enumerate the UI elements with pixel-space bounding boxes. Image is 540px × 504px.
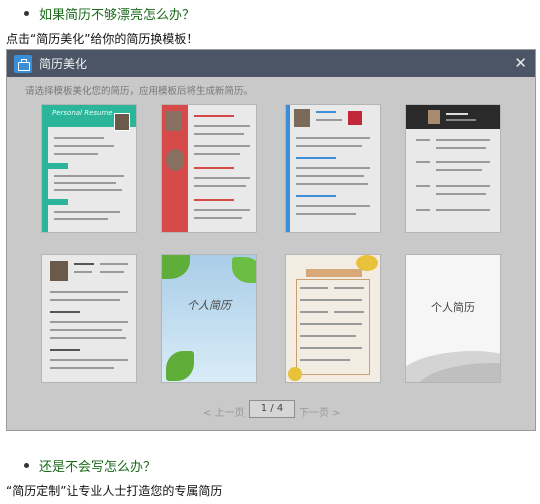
template-card-6[interactable]: 个人简历 [161, 254, 257, 383]
briefcase-icon [14, 54, 32, 73]
prev-page-button[interactable]: < 上一页 [203, 404, 245, 419]
template-card-7[interactable] [285, 254, 381, 383]
custom-resume-line: “简历定制”让专业人士打造您的专属简历 [6, 484, 223, 498]
avatar [50, 261, 68, 281]
avatar [166, 111, 182, 131]
resume-beautify-dialog: 简历美化 ✕ 请选择模板美化您的简历，应用模板后将生成新简历。 Personal… [6, 49, 536, 431]
question-text: 如果简历不够漂亮怎么办？ [39, 8, 196, 23]
template-card-1[interactable]: Personal Resume [41, 104, 137, 233]
instruction-line: 点击“简历美化”给你的简历换模板！ [6, 32, 199, 46]
avatar [114, 113, 130, 131]
avatar [166, 149, 184, 171]
bullet-dot [24, 11, 29, 16]
close-icon[interactable]: ✕ [514, 54, 527, 72]
avatar [294, 109, 310, 127]
template-card-4[interactable] [405, 104, 501, 233]
next-page-button[interactable]: 下一页 > [299, 404, 341, 419]
template-card-5[interactable] [41, 254, 137, 383]
question-heading-1: 如果简历不够漂亮怎么办？ [24, 4, 195, 23]
bullet-dot [24, 463, 29, 468]
dialog-titlebar: 简历美化 ✕ [7, 50, 535, 77]
template-card-8[interactable]: 个人简历 [405, 254, 501, 383]
question-heading-2: 还是不会写怎么办？ [24, 456, 156, 475]
template-grid: Personal Resume 个人简历 个人简历 [41, 104, 501, 394]
pagination: < 上一页 1 / 4 下一页 > [7, 400, 535, 420]
template-card-2[interactable] [161, 104, 257, 233]
page-indicator: 1 / 4 [249, 400, 295, 418]
dialog-hint: 请选择模板美化您的简历，应用模板后将生成新简历。 [25, 86, 254, 97]
template-label: Personal Resume [52, 109, 113, 117]
template-card-3[interactable] [285, 104, 381, 233]
avatar [428, 110, 440, 124]
template-label: 个人简历 [431, 301, 475, 314]
template-label: 个人简历 [187, 299, 231, 312]
question-text: 还是不会写怎么办？ [39, 460, 157, 475]
dialog-title: 简历美化 [39, 57, 88, 71]
